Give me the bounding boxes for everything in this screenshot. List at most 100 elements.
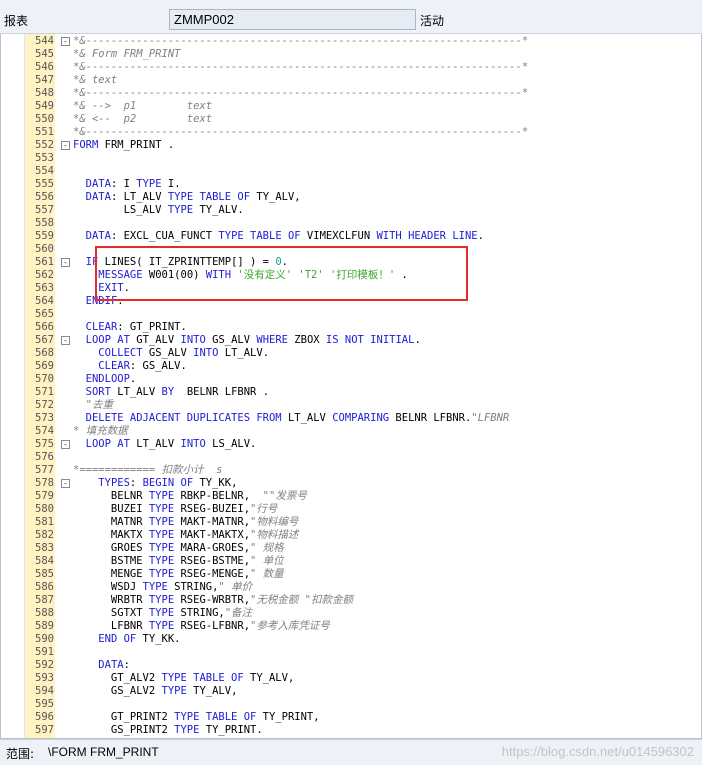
code-text: GROES TYPE MARA-GROES," 规格 [73,542,284,555]
fold-toggle-icon[interactable]: - [61,258,70,267]
code-line[interactable]: 550 *& <-- p2 text [1,113,701,126]
code-line[interactable]: 585 MENGE TYPE RSEG-MENGE," 数量 [1,568,701,581]
code-line[interactable]: 548 *&-----------------------------------… [1,87,701,100]
code-line[interactable]: 546 *&-----------------------------------… [1,61,701,74]
code-token: LOOP AT [85,438,130,450]
code-line[interactable]: 553 [1,152,701,165]
code-line[interactable]: 581 MATNR TYPE MAKT-MATNR,"物料编号 [1,516,701,529]
line-number: 576 [35,451,54,463]
code-line[interactable]: 545 *& Form FRM_PRINT [1,48,701,61]
code-line[interactable]: 590 END OF TY_KK. [1,633,701,646]
code-line[interactable]: 574 * 填充数据 [1,425,701,438]
line-number: 563 [35,282,54,294]
fold-toggle-icon[interactable]: - [61,440,70,449]
code-line[interactable]: 594 GS_ALV2 TYPE TY_ALV, [1,685,701,698]
code-token: *&--------------------------------------… [73,61,529,73]
fold-toggle-icon[interactable]: - [61,479,70,488]
code-line[interactable]: 592 DATA: [1,659,701,672]
code-line[interactable]: 549 *& --> p1 text [1,100,701,113]
code-line[interactable]: 597 GS_PRINT2 TYPE TY_PRINT. [1,724,701,737]
program-header-bar: 报表 ZMMP002 活动 [0,0,702,34]
code-line[interactable]: 556 DATA: LT_ALV TYPE TABLE OF TY_ALV, [1,191,701,204]
code-text: CLEAR: GS_ALV. [73,360,187,373]
code-text: GS_ALV2 TYPE TY_ALV, [73,685,237,698]
code-token: LS_ALV. [205,438,257,450]
code-line[interactable]: 557 LS_ALV TYPE TY_ALV. [1,204,701,217]
code-line[interactable]: 593 GT_ALV2 TYPE TABLE OF TY_ALV, [1,672,701,685]
line-number: 587 [35,594,54,606]
code-line[interactable]: 580 BUZEI TYPE RSEG-BUZEI,"行号 [1,503,701,516]
code-line[interactable]: 547 *& text [1,74,701,87]
code-line[interactable]: 566 CLEAR: GT_PRINT. [1,321,701,334]
code-token: TY_PRINT. [199,724,263,736]
code-token: MAKT-MATNR, [174,516,251,528]
code-token: *& <-- p2 text [73,113,213,125]
code-line[interactable]: 577 *============ 扣款小计 s [1,464,701,477]
code-line[interactable]: 576 [1,451,701,464]
abap-code-editor[interactable]: 544- *&----------------------------------… [0,34,702,739]
fold-toggle-icon[interactable]: - [61,336,70,345]
code-text: END OF TY_KK. [73,633,180,646]
line-number: 549 [35,100,54,112]
code-token: WHERE [256,334,288,346]
code-line[interactable]: 575- LOOP AT LT_ALV INTO LS_ALV. [1,438,701,451]
code-line[interactable]: 591 [1,646,701,659]
code-token: TYPE [161,685,187,697]
code-line[interactable]: 573 DELETE ADJACENT DUPLICATES FROM LT_A… [1,412,701,425]
code-line[interactable]: 579 BELNR TYPE RBKP-BELNR, ""发票号 [1,490,701,503]
code-text: DATA: I TYPE I. [73,178,181,191]
line-number: 562 [35,269,54,281]
code-line[interactable]: 595 [1,698,701,711]
code-line[interactable]: 571 SORT LT_ALV BY BELNR LFBNR . [1,386,701,399]
code-line[interactable]: 582 MAKTX TYPE MAKT-MAKTX,"物料描述 [1,529,701,542]
line-number: 551 [35,126,54,138]
report-label: 报表 [4,14,29,28]
code-token: : LT_ALV [110,191,168,203]
code-line[interactable]: 572 "去重 [1,399,701,412]
code-line[interactable]: 565 [1,308,701,321]
code-text: *&--------------------------------------… [73,87,528,100]
code-token: "去重 [85,399,113,411]
code-line[interactable]: 551 *&-----------------------------------… [1,126,701,139]
code-line[interactable]: 552- FORM FRM_PRINT . [1,139,701,152]
line-number: 554 [35,165,54,177]
code-line[interactable]: 584 BSTME TYPE RSEG-BSTME," 单位 [1,555,701,568]
code-line[interactable]: 587 WRBTR TYPE RSEG-WRBTR,"无税金额 "扣款金额 [1,594,701,607]
code-line[interactable]: 559 DATA: EXCL_CUA_FUNCT TYPE TABLE OF V… [1,230,701,243]
line-number: 591 [35,646,54,658]
fold-toggle-icon[interactable]: - [61,37,70,46]
program-name-field[interactable]: ZMMP002 [169,9,416,30]
code-line[interactable]: 596 GT_PRINT2 TYPE TABLE OF TY_PRINT, [1,711,701,724]
code-line[interactable]: 589 LFBNR TYPE RSEG-LFBNR,"参考入库凭证号 [1,620,701,633]
line-number: 552 [35,139,54,151]
code-token: LT_ALV [281,412,333,424]
code-token: GS_PRINT2 [73,724,175,736]
code-line[interactable]: 569 CLEAR: GS_ALV. [1,360,701,373]
fold-toggle-icon[interactable]: - [61,141,70,150]
line-number: 573 [35,412,54,424]
code-token: CLEAR [98,360,130,372]
line-number: 553 [35,152,54,164]
code-token: *& --> p1 text [73,100,213,112]
code-line[interactable]: 570 ENDLOOP. [1,373,701,386]
code-line[interactable]: 567- LOOP AT GT_ALV INTO GS_ALV WHERE ZB… [1,334,701,347]
code-line[interactable]: 586 WSDJ TYPE STRING," 单价 [1,581,701,594]
code-line[interactable]: 583 GROES TYPE MARA-GROES," 规格 [1,542,701,555]
code-line[interactable]: 568 COLLECT GS_ALV INTO LT_ALV. [1,347,701,360]
line-number: 565 [35,308,54,320]
code-line[interactable]: 544- *&----------------------------------… [1,35,701,48]
code-line[interactable]: 558 [1,217,701,230]
code-token: : EXCL_CUA_FUNCT [110,230,219,242]
code-line[interactable]: 588 SGTXT TYPE STRING,"备注 [1,607,701,620]
code-token: TYPE [136,178,162,190]
code-line[interactable]: 554 [1,165,701,178]
code-text: WSDJ TYPE STRING," 单价 [73,581,252,594]
code-line[interactable]: 555 DATA: I TYPE I. [1,178,701,191]
code-token: ZBOX [287,334,326,346]
line-number: 571 [35,386,54,398]
line-number: 597 [35,724,54,736]
code-line[interactable]: 578- TYPES: BEGIN OF TY_KK, [1,477,701,490]
code-token: INTO [180,438,206,450]
code-token: TY_ALV. [193,204,244,216]
